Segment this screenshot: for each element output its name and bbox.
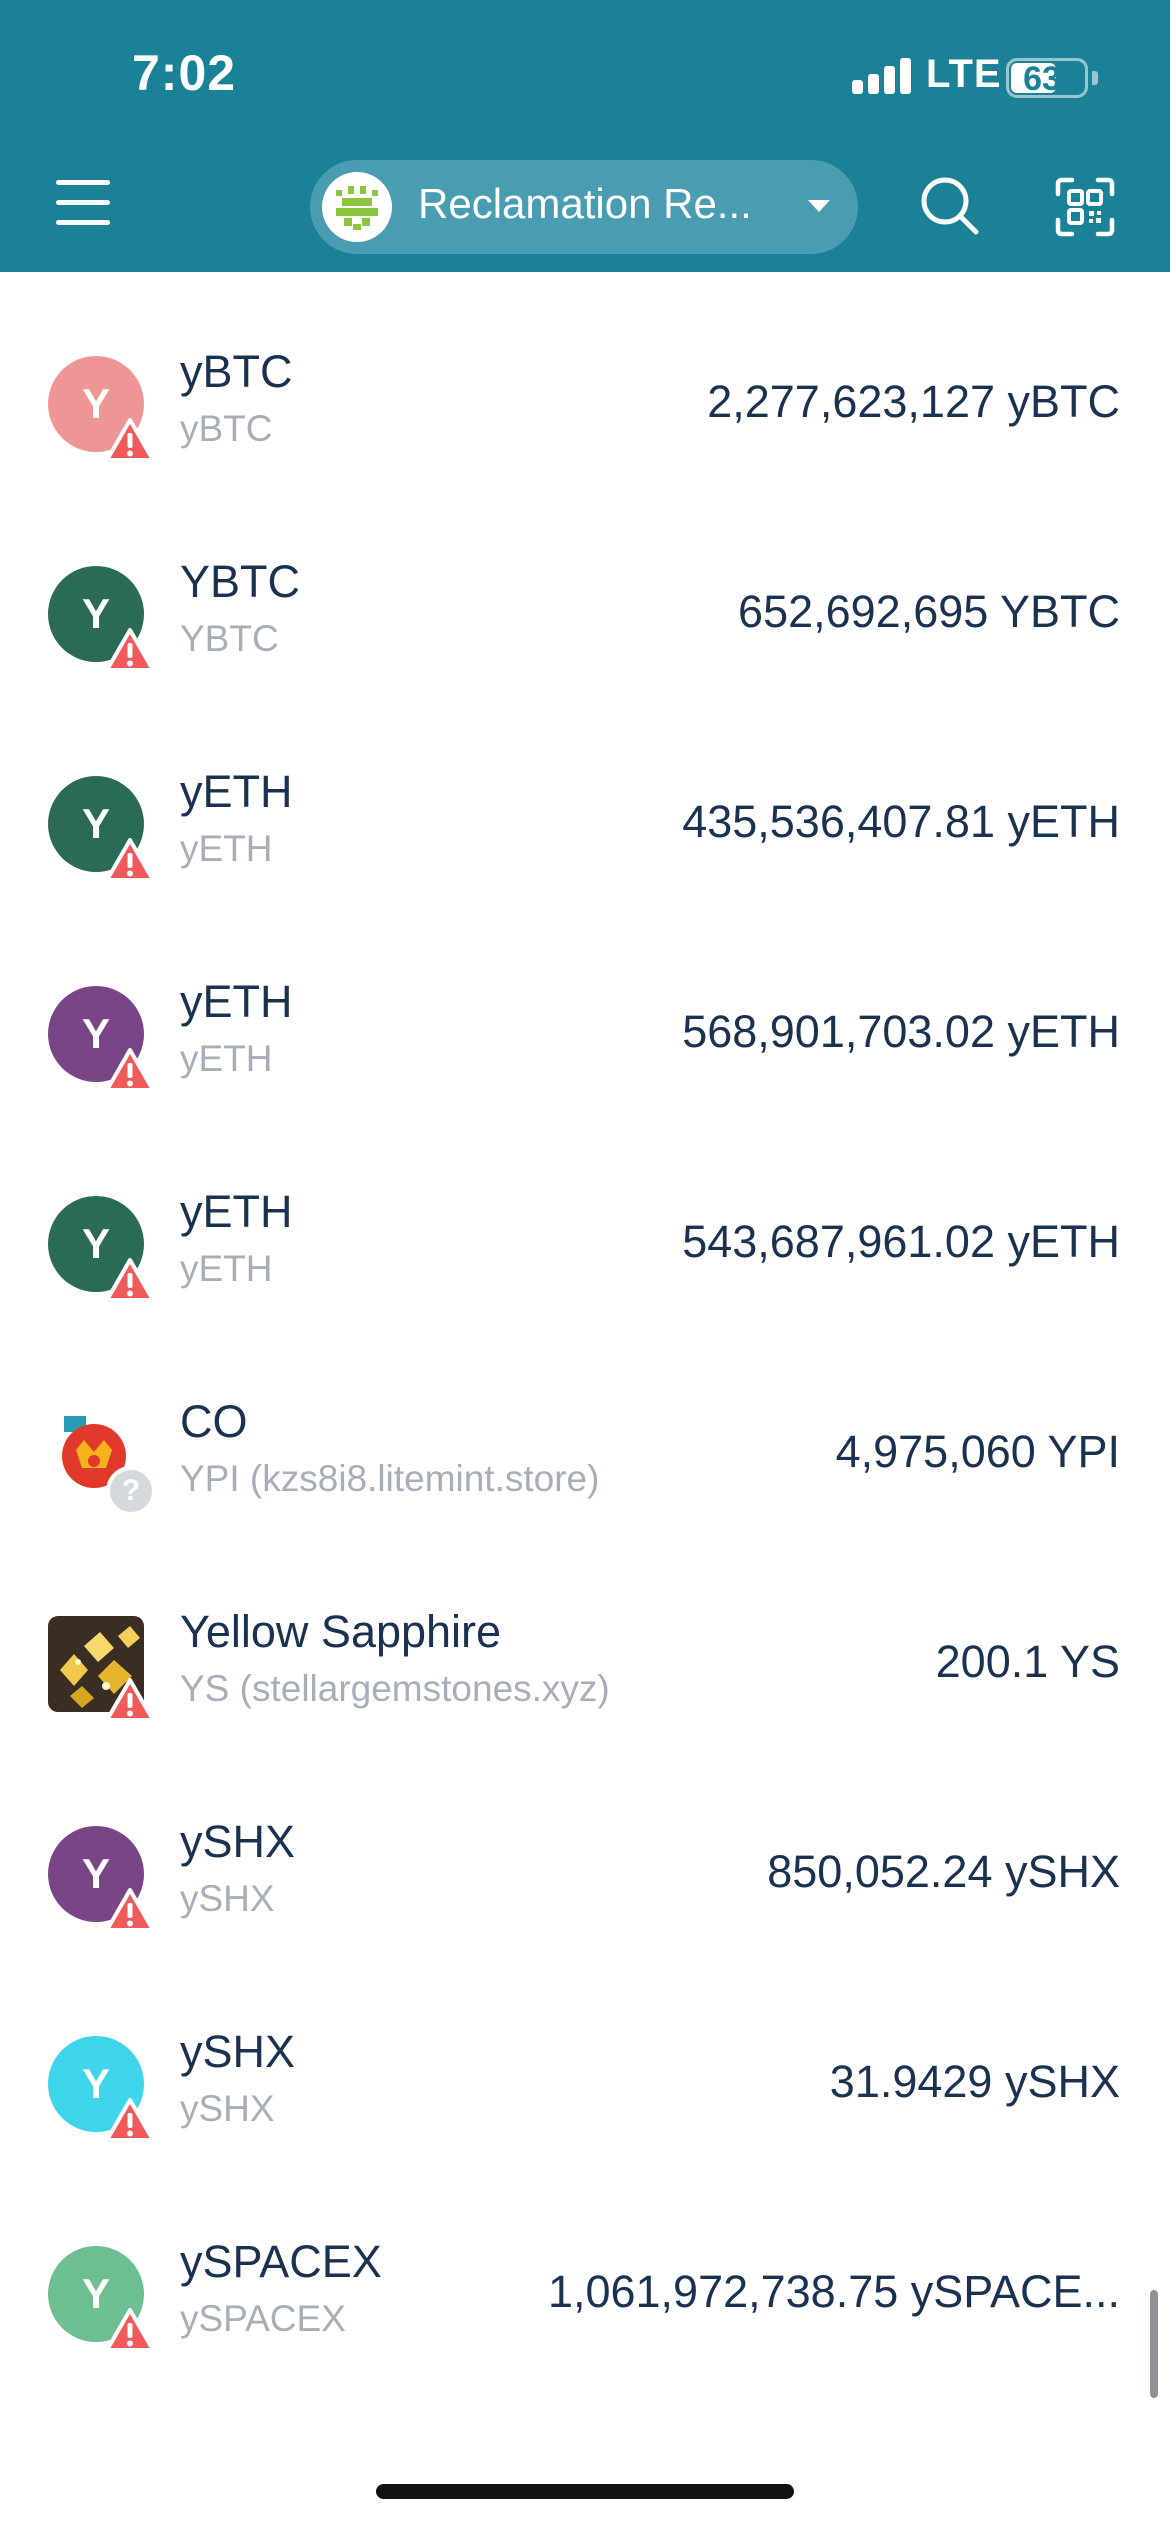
token-balance: 543,687,961.02 yETH (682, 1216, 1120, 1267)
token-row[interactable]: ? CO YPI (kzs8i8.litemint.store) 4,975,060 … (0, 1322, 1170, 1532)
warning-triangle-icon (104, 1676, 156, 1724)
token-code: ySHX (180, 1878, 275, 1919)
status-time: 7:02 (132, 45, 237, 101)
token-icon: Y (48, 986, 156, 1094)
scan-button[interactable] (1054, 176, 1116, 238)
chevron-down-icon (808, 200, 830, 212)
warning-triangle-icon (104, 2306, 156, 2354)
top-bar: 7:02 LTE 63 Reclamation Re... (0, 0, 1170, 272)
warning-triangle-icon (104, 416, 156, 464)
battery-nub (1092, 71, 1098, 85)
account-selector[interactable]: Reclamation Re... (310, 160, 858, 254)
cellular-signal-icon (852, 58, 912, 94)
token-code: ySPACEX (180, 2298, 346, 2339)
token-name: YBTC (180, 556, 301, 607)
token-icon: Y (48, 776, 156, 884)
token-name: ySHX (180, 2026, 296, 2077)
token-icon: Y (48, 2036, 156, 2144)
qr-scan-icon (1055, 177, 1115, 237)
battery-percentage: 63 (1023, 60, 1061, 98)
account-avatar (322, 172, 392, 242)
scrollbar[interactable] (1150, 2290, 1158, 2398)
warning-triangle-icon (104, 2096, 156, 2144)
identicon-icon (336, 186, 378, 230)
token-row[interactable]: YyBTC yBTC 2,277,623,127 yBTC (0, 272, 1170, 482)
token-balance: 200.1 YS (935, 1636, 1120, 1687)
warning-triangle-icon (104, 836, 156, 884)
token-balance: 31.9429 ySHX (829, 2056, 1120, 2107)
token-code: yETH (180, 828, 273, 869)
warning-triangle-icon (104, 1046, 156, 1094)
token-icon: Y (48, 356, 156, 464)
hamburger-menu-icon (56, 180, 110, 185)
home-indicator[interactable] (376, 2484, 794, 2499)
token-name: yETH (180, 766, 293, 817)
token-balance: 568,901,703.02 yETH (682, 1006, 1120, 1057)
token-balance: 1,061,972,738.75 ySPACE... (547, 2266, 1120, 2317)
token-name: CO (180, 1396, 248, 1447)
token-name: ySPACEX (180, 2236, 382, 2287)
token-balance: 435,536,407.81 yETH (682, 796, 1120, 847)
menu-button[interactable] (52, 176, 118, 230)
warning-triangle-icon (104, 626, 156, 674)
token-balance: 850,052.24 ySHX (767, 1846, 1120, 1897)
battery-icon: 63 (1006, 58, 1088, 98)
token-code: yETH (180, 1038, 273, 1079)
token-icon: Y (48, 566, 156, 674)
token-row[interactable]: YySPACEX ySPACEX 1,061,972,738.75 ySPACE..… (0, 2162, 1170, 2372)
account-name: Reclamation Re... (418, 180, 752, 227)
search-icon (921, 177, 979, 235)
token-balance: 652,692,695 YBTC (738, 586, 1120, 637)
question-mark-icon: ? (106, 1466, 156, 1516)
warning-triangle-icon (104, 1256, 156, 1304)
token-code: ySHX (180, 2088, 275, 2129)
network-type: LTE (926, 52, 1002, 96)
token-name: ySHX (180, 1816, 296, 1867)
token-code: YBTC (180, 618, 279, 659)
token-name: yETH (180, 1186, 293, 1237)
token-balance: 2,277,623,127 yBTC (707, 376, 1120, 427)
token-name: Yellow Sapphire (180, 1606, 502, 1657)
token-code: YPI (kzs8i8.litemint.store) (180, 1458, 600, 1499)
token-icon: ? (48, 1406, 156, 1516)
token-code: YS (stellargemstones.xyz) (180, 1668, 610, 1709)
warning-triangle-icon (104, 1886, 156, 1934)
token-name: yETH (180, 976, 293, 1027)
token-row[interactable]: YySHX ySHX 31.9429 ySHX (0, 1952, 1170, 2162)
token-row[interactable]: YyETH yETH 568,901,703.02 yETH (0, 902, 1170, 1112)
token-row[interactable]: Yellow Sapphire YS (stellargemstones.xyz)… (0, 1532, 1170, 1742)
token-row[interactable]: YyETH yETH 543,687,961.02 yETH (0, 1112, 1170, 1322)
token-icon (48, 1616, 156, 1724)
token-code: yBTC (180, 408, 273, 449)
token-name: yBTC (180, 346, 293, 397)
token-icon: Y (48, 1196, 156, 1304)
token-code: yETH (180, 1248, 273, 1289)
token-balance: 4,975,060 YPI (835, 1426, 1120, 1477)
token-row[interactable]: Y YBTC YBTC 652,692,695 YBTC (0, 482, 1170, 692)
token-icon: Y (48, 1826, 156, 1934)
token-row[interactable]: YyETH yETH 435,536,407.81 yETH (0, 692, 1170, 902)
search-button[interactable] (918, 174, 982, 238)
token-icon: Y (48, 2246, 156, 2354)
token-row[interactable]: YySHX ySHX 850,052.24 ySHX (0, 1742, 1170, 1952)
